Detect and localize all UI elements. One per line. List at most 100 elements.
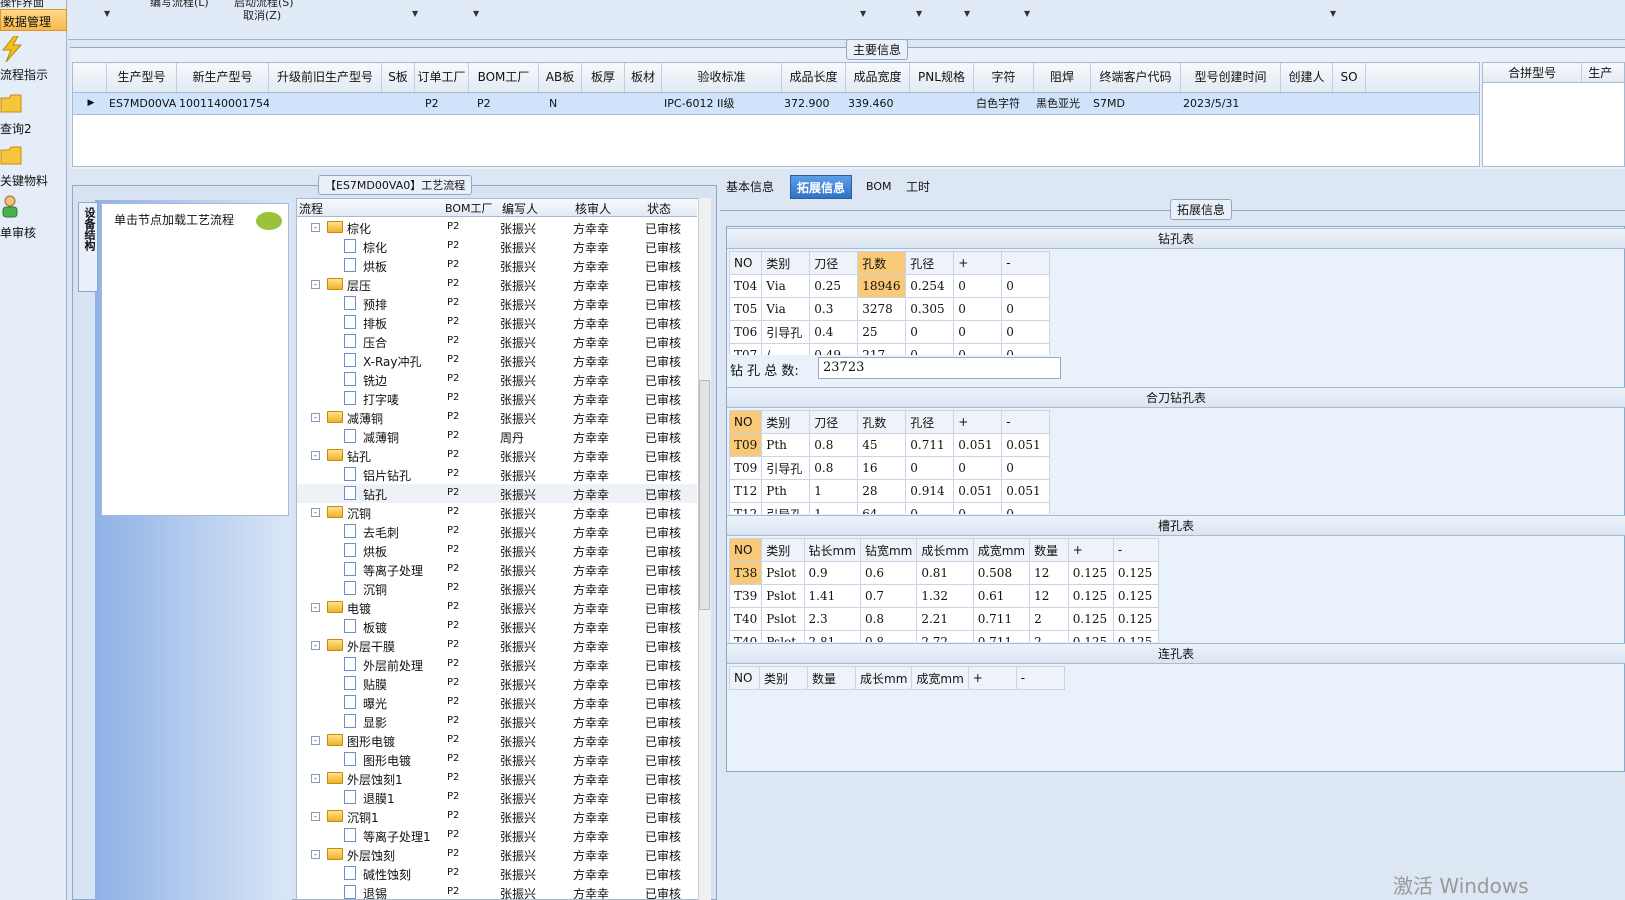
table-cell[interactable]: 2 (1029, 630, 1069, 642)
collapse-icon[interactable]: - (311, 850, 320, 859)
tree-row[interactable]: 沉铜 P2 张振兴 方幸幸 已审核 (297, 579, 697, 598)
table-cell[interactable]: S7MD (1091, 93, 1181, 114)
collapse-icon[interactable]: - (311, 223, 320, 232)
table-header-cell[interactable]: 数量 (1029, 538, 1069, 562)
table-header-cell[interactable]: 孔数 (857, 251, 907, 275)
table-cell[interactable]: / (761, 343, 811, 355)
table-cell[interactable]: 黑色亚光 (1034, 93, 1091, 114)
collapse-icon[interactable]: - (311, 641, 320, 650)
table-row[interactable]: T05 Via 0.3 3278 0.305 0 0 (729, 297, 1051, 321)
tab-equipment-structure[interactable]: 设备结构 (78, 202, 98, 292)
table-cell[interactable]: 0.81 (916, 561, 974, 585)
table-cell[interactable] (910, 93, 974, 114)
tree-row[interactable]: 贴膜 P2 张振兴 方幸幸 已审核 (297, 674, 697, 693)
cancel-button[interactable]: 取消(Z) (243, 7, 281, 23)
table-cell[interactable]: T40 (729, 607, 763, 631)
merge-model-grid[interactable]: 合拼型号 生产 (1482, 62, 1625, 167)
table-cell[interactable]: 0.125 (1112, 584, 1159, 608)
table-cell[interactable]: 3278 (857, 297, 907, 321)
collapse-icon[interactable]: - (311, 812, 320, 821)
table-cell[interactable]: Pslot (761, 584, 805, 608)
tab-work-hours[interactable]: 工时 (900, 175, 936, 199)
table-header-cell[interactable]: 成长mm (854, 666, 913, 690)
table-cell[interactable]: T39 (729, 584, 763, 608)
table-cell[interactable]: 0 (953, 320, 1003, 344)
table-cell[interactable]: 12 (1029, 584, 1069, 608)
chevron-down-icon[interactable]: ▼ (860, 9, 866, 18)
column-header[interactable]: 生产 (1582, 63, 1624, 82)
tree-row[interactable]: 减薄铜 P2 周丹 方幸幸 已审核 (297, 427, 697, 446)
collapse-icon[interactable]: - (311, 413, 320, 422)
table-cell[interactable]: 2.3 (803, 607, 861, 631)
process-tree[interactable]: 流程 BOM工厂 编写人 核审人 状态 - 棕化 P2 张振兴 方幸幸 已审核 棕化 P2 张振… (296, 198, 711, 900)
table-header-cell[interactable]: - (1001, 410, 1051, 434)
tree-row[interactable]: 曝光 P2 张振兴 方幸幸 已审核 (297, 693, 697, 712)
table-header-cell[interactable]: - (1001, 251, 1051, 275)
table-cell[interactable]: 339.460 (846, 93, 910, 114)
table-header-cell[interactable]: 孔径 (905, 410, 955, 434)
table-cell[interactable]: 0.8 (809, 456, 859, 480)
table-cell[interactable]: 0.125 (1067, 630, 1114, 642)
write-flow-button[interactable]: 编写流程(L) (150, 0, 209, 10)
column-header[interactable]: BOM工厂 (469, 63, 539, 92)
tree-row[interactable]: - 沉铜1 P2 张振兴 方幸幸 已审核 (297, 807, 697, 826)
table-header-cell[interactable]: 类别 (759, 666, 808, 690)
table-cell[interactable]: Pth (761, 433, 811, 457)
drill-total-field[interactable]: 23723 (818, 357, 1061, 379)
tab-basic-info[interactable]: 基本信息 (720, 175, 780, 199)
collapse-icon[interactable]: - (311, 508, 320, 517)
collapse-icon[interactable]: - (311, 736, 320, 745)
table-cell[interactable] (625, 93, 662, 114)
table-cell[interactable]: 0.051 (1001, 433, 1051, 457)
table-row[interactable]: T12引导孔164000 (729, 502, 1051, 514)
table-row[interactable]: T40 Pslot 2.3 0.8 2.21 0.711 2 0.125 0.125 (729, 607, 1159, 631)
table-cell[interactable]: Pslot (761, 630, 805, 642)
table-cell[interactable]: 0.711 (972, 630, 1031, 642)
column-header[interactable]: 编写人 (502, 200, 538, 217)
table-header-cell[interactable]: + (1067, 538, 1114, 562)
table-row[interactable]: T39 Pslot 1.41 0.7 1.32 0.61 12 0.125 0.125 (729, 584, 1159, 608)
table-cell[interactable]: N (539, 93, 582, 114)
table-row[interactable]: T12 Pth 1 28 0.914 0.051 0.051 (729, 479, 1051, 503)
table-cell[interactable]: Pslot (761, 607, 805, 631)
tree-row[interactable]: 烘板 P2 张振兴 方幸幸 已审核 (297, 256, 697, 275)
table-cell[interactable]: 0 (1001, 297, 1051, 321)
table-cell[interactable]: 25 (857, 320, 907, 344)
collapse-icon[interactable]: - (311, 603, 320, 612)
collapse-icon[interactable]: - (311, 280, 320, 289)
table-cell[interactable]: 0.711 (972, 607, 1031, 631)
table-cell[interactable]: 0 (953, 297, 1003, 321)
column-header[interactable]: 成品宽度 (846, 63, 910, 92)
tree-row[interactable]: 打字唛 P2 张振兴 方幸幸 已审核 (297, 389, 697, 408)
table-cell[interactable]: 0 (905, 502, 955, 514)
table-cell[interactable]: 0.508 (972, 561, 1031, 585)
table-cell[interactable]: IPC-6012 II级 (662, 93, 782, 114)
table-cell[interactable]: 0 (953, 343, 1003, 355)
table-header-cell[interactable]: + (953, 410, 1003, 434)
column-header[interactable]: AB板 (539, 63, 582, 92)
nav-item-flow-guide[interactable]: 流程指示 (0, 36, 67, 88)
chevron-down-icon[interactable]: ▼ (104, 9, 110, 18)
table-header-cell[interactable]: 成宽mm (972, 538, 1031, 562)
table-cell[interactable]: 64 (857, 502, 907, 514)
table-row[interactable]: T06 引导孔 0.4 25 0 0 0 (729, 320, 1051, 344)
tree-row[interactable]: - 沉铜 P2 张振兴 方幸幸 已审核 (297, 503, 697, 522)
tree-row[interactable]: 等离子处理 P2 张振兴 方幸幸 已审核 (297, 560, 697, 579)
drill-table-container[interactable]: NO 类别 刀径 孔数 孔径 + - T04 Via 0.25 18946 0.254 0 0 T05 Via… (729, 251, 1069, 355)
column-header[interactable]: 字符 (974, 63, 1034, 92)
table-cell[interactable]: 0 (953, 456, 1003, 480)
table-cell[interactable]: 1.32 (916, 584, 974, 608)
tab-extended-info[interactable]: 拓展信息 (790, 175, 853, 199)
column-header[interactable]: 核审人 (575, 200, 611, 217)
table-cell[interactable]: 引导孔 (761, 320, 811, 344)
table-cell[interactable]: 2.21 (916, 607, 974, 631)
column-header[interactable]: 阻焊 (1034, 63, 1091, 92)
table-cell[interactable]: Pth (761, 479, 811, 503)
table-cell[interactable]: T12 (729, 479, 763, 503)
table-cell[interactable]: 2023/5/31 (1181, 93, 1281, 114)
table-cell[interactable]: T05 (729, 297, 763, 321)
tree-row[interactable]: - 外层蚀刻 P2 张振兴 方幸幸 已审核 (297, 845, 697, 864)
table-cell[interactable]: 45 (857, 433, 907, 457)
slot-table-container[interactable]: NO 类别 钻长mm 钻宽mm 成长mm 成宽mm 数量 + - T38 Pslot 0.9 0.6 0.… (729, 538, 1159, 642)
nav-item-key-materials[interactable]: 关键物料 (0, 142, 67, 194)
